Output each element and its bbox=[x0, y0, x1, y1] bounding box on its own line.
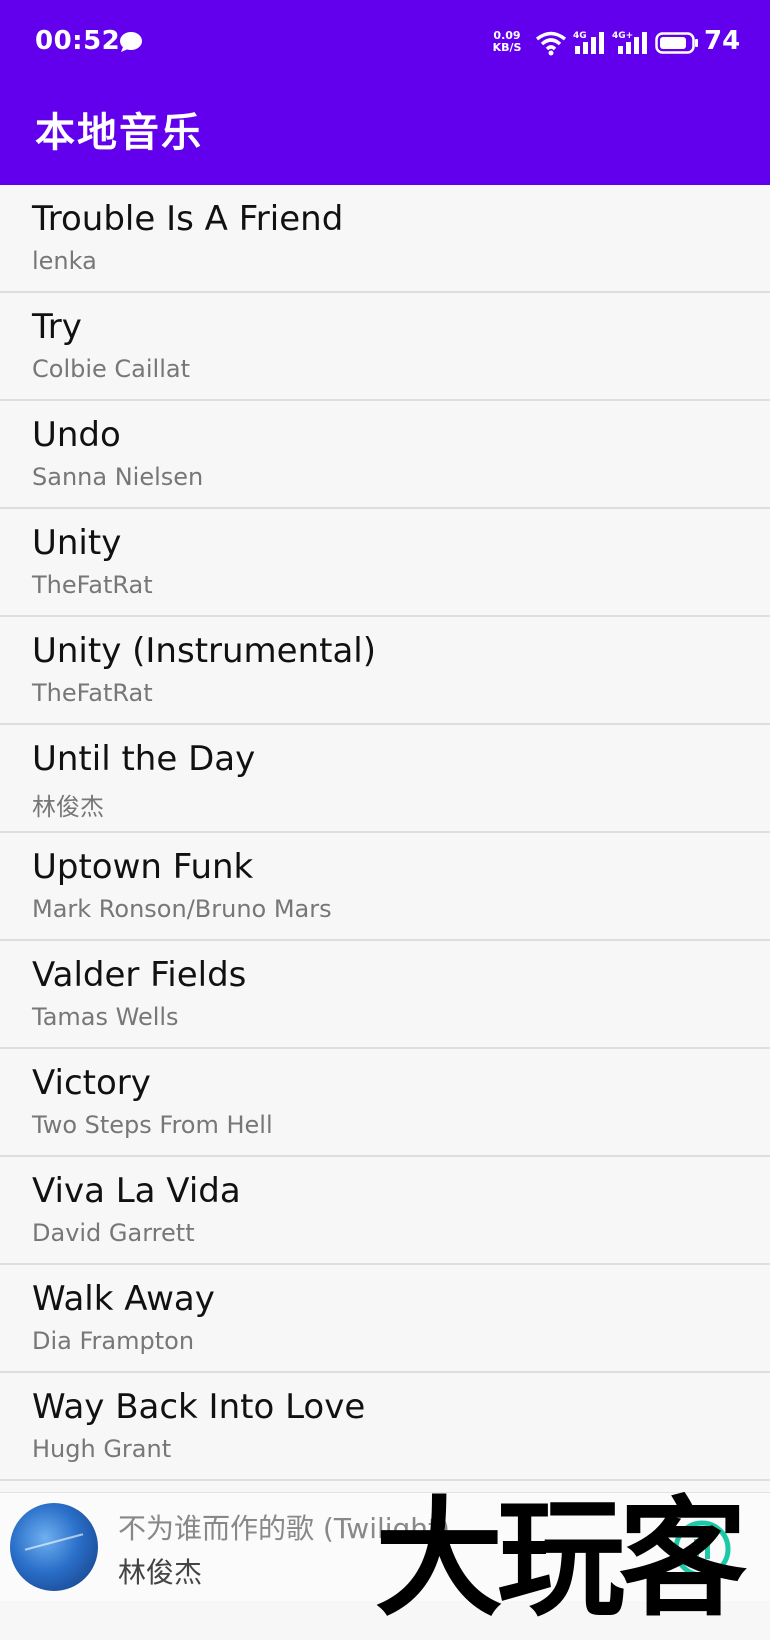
song-title: Victory bbox=[32, 1063, 151, 1103]
song-artist: lenka bbox=[32, 247, 97, 275]
album-art[interactable] bbox=[10, 1503, 98, 1591]
song-title: Viva La Vida bbox=[32, 1171, 241, 1211]
song-list-item[interactable]: Walk Away Dia Frampton bbox=[0, 1265, 770, 1373]
song-list-item[interactable]: Unity TheFatRat bbox=[0, 509, 770, 617]
song-title: Undo bbox=[32, 415, 121, 455]
song-title: Until the Day bbox=[32, 739, 256, 779]
net-speed: 0.09 KB/S bbox=[490, 30, 524, 54]
song-artist: TheFatRat bbox=[32, 679, 153, 707]
song-list[interactable]: Trouble Is A Friend lenka Try Colbie Cai… bbox=[0, 185, 770, 1481]
signal2-label: 4G+ bbox=[612, 31, 633, 41]
song-list-item[interactable]: Trouble Is A Friend lenka bbox=[0, 185, 770, 293]
song-list-item[interactable]: Unity (Instrumental) TheFatRat bbox=[0, 617, 770, 725]
net-speed-unit: KB/S bbox=[492, 41, 522, 54]
song-title: Unity (Instrumental) bbox=[32, 631, 377, 671]
song-list-item[interactable]: Valder Fields Tamas Wells bbox=[0, 941, 770, 1049]
song-title: Valder Fields bbox=[32, 955, 247, 995]
song-artist: Hugh Grant bbox=[32, 1435, 172, 1463]
signal1-label: 4G bbox=[573, 31, 587, 41]
song-artist: Dia Frampton bbox=[32, 1327, 195, 1355]
song-list-item[interactable]: Until the Day 林俊杰 bbox=[0, 725, 770, 833]
song-list-item[interactable]: Uptown Funk Mark Ronson/Bruno Mars bbox=[0, 833, 770, 941]
song-title: Uptown Funk bbox=[32, 847, 254, 887]
cellular-signal-icon: 4G bbox=[573, 31, 604, 54]
song-list-item[interactable]: Try Colbie Caillat bbox=[0, 293, 770, 401]
song-artist: TheFatRat bbox=[32, 571, 153, 599]
song-artist: Tamas Wells bbox=[32, 1003, 179, 1031]
wifi-icon bbox=[535, 31, 567, 56]
status-bar: 00:52 0.09 KB/S 4G 4G+ 74 bbox=[0, 0, 770, 85]
song-title: Trouble Is A Friend bbox=[32, 199, 344, 239]
status-time: 00:52 bbox=[35, 26, 121, 56]
song-title: Walk Away bbox=[32, 1279, 215, 1319]
song-list-item[interactable]: Undo Sanna Nielsen bbox=[0, 401, 770, 509]
battery-icon bbox=[655, 32, 698, 54]
app-header: 00:52 0.09 KB/S 4G 4G+ 74 本地音乐 bbox=[0, 0, 770, 185]
song-list-item[interactable]: Victory Two Steps From Hell bbox=[0, 1049, 770, 1157]
message-icon bbox=[120, 32, 142, 52]
song-artist: David Garrett bbox=[32, 1219, 195, 1247]
song-title: Way Back Into Love bbox=[32, 1387, 366, 1427]
song-artist: Sanna Nielsen bbox=[32, 463, 204, 491]
song-artist: Colbie Caillat bbox=[32, 355, 190, 383]
song-artist: Two Steps From Hell bbox=[32, 1111, 273, 1139]
cellular-signal-2-icon: 4G+ bbox=[612, 31, 647, 54]
song-title: Unity bbox=[32, 523, 122, 563]
song-artist: 林俊杰 bbox=[32, 793, 104, 821]
battery-level: 74 bbox=[704, 26, 741, 56]
watermark: 大玩客 bbox=[375, 1485, 747, 1634]
now-playing-artist: 林俊杰 bbox=[118, 1556, 203, 1589]
song-title: Try bbox=[32, 307, 82, 347]
song-list-item[interactable]: Viva La Vida David Garrett bbox=[0, 1157, 770, 1265]
song-artist: Mark Ronson/Bruno Mars bbox=[32, 895, 332, 923]
page-title: 本地音乐 bbox=[35, 110, 203, 156]
